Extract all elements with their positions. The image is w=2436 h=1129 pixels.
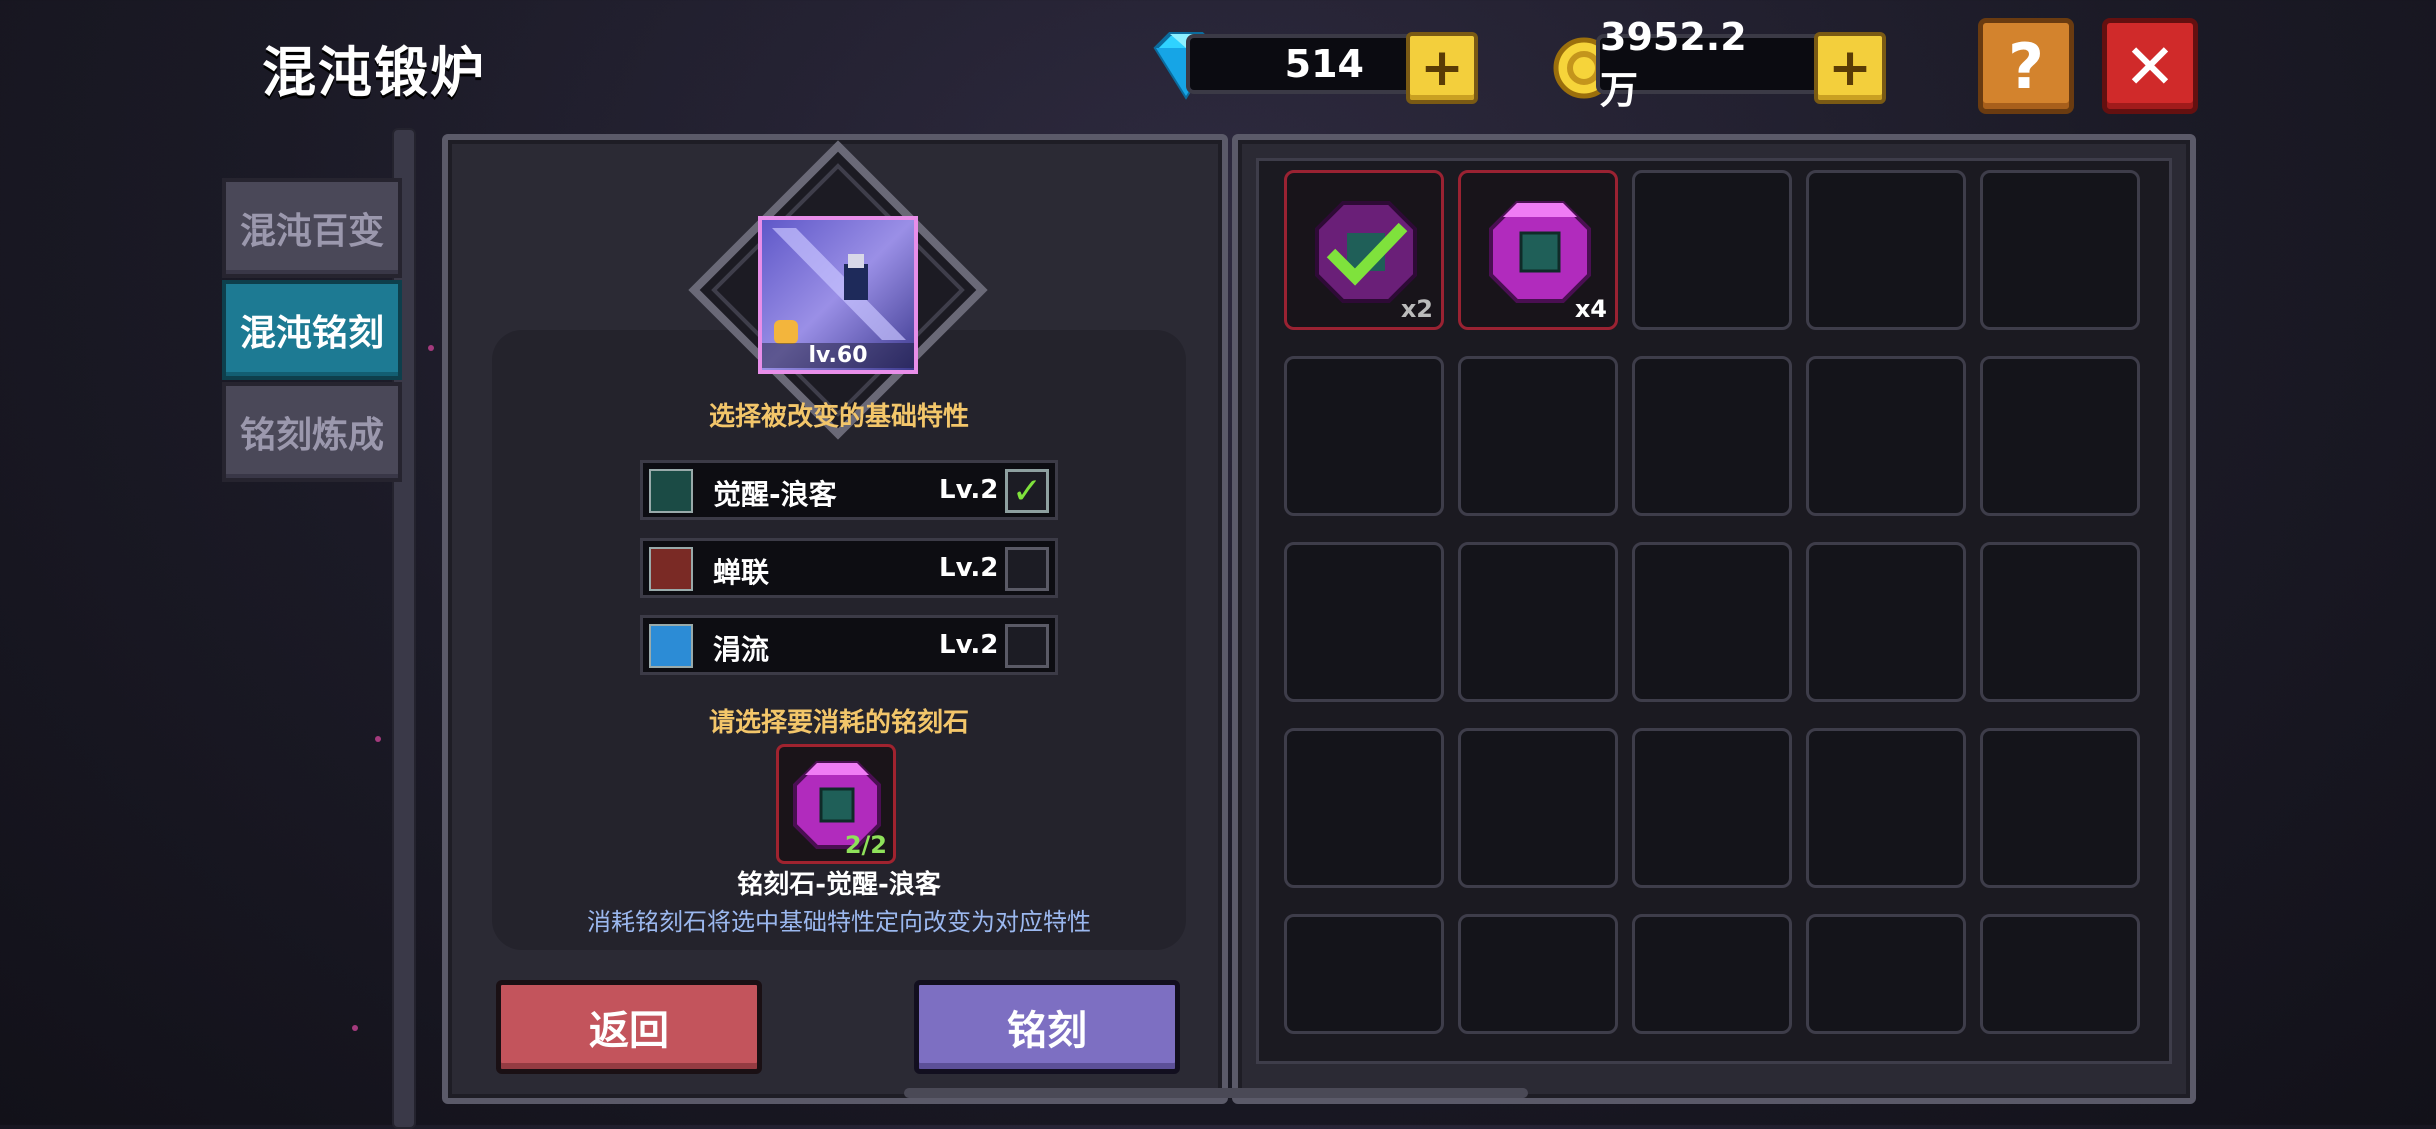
weapon-card[interactable]: lv.60 xyxy=(758,216,918,374)
trait-row-chain[interactable]: 蝉联 Lv.2 xyxy=(640,538,1058,598)
back-label: 返回 xyxy=(589,1008,669,1054)
weapon-level: lv.60 xyxy=(762,343,914,368)
tab-engrave-refine[interactable]: 铭刻炼成 xyxy=(222,382,402,482)
tab-label: 混沌百变 xyxy=(239,211,384,252)
close-icon: ✕ xyxy=(2124,29,2176,103)
inventory-slot-empty[interactable] xyxy=(1458,914,1618,1034)
awaken-trait-icon xyxy=(649,469,693,513)
inventory-slot-empty[interactable] xyxy=(1284,542,1444,702)
page-title: 混沌锻炉 xyxy=(262,41,486,104)
inventory-slot-empty[interactable] xyxy=(1806,170,1966,330)
inventory-slot-empty[interactable] xyxy=(1632,728,1792,888)
inventory-slot-empty[interactable] xyxy=(1632,542,1792,702)
tab-label: 混沌铭刻 xyxy=(239,313,384,354)
inventory-slot-empty[interactable] xyxy=(1806,356,1966,516)
inventory-slot-empty[interactable] xyxy=(1980,356,2140,516)
lock-icon xyxy=(774,320,798,344)
trait-name: 涓流 xyxy=(713,633,770,666)
inventory-grid: x2 x4 xyxy=(1284,170,2140,1074)
scrollbar[interactable] xyxy=(904,1088,1528,1098)
sidebar-rail xyxy=(392,128,416,1129)
selected-stone-slot[interactable]: 2/2 xyxy=(776,744,896,864)
consume-stone-title: 请选择要消耗的铭刻石 xyxy=(708,708,969,738)
trickle-trait-icon xyxy=(649,624,693,668)
star-particle xyxy=(375,736,381,742)
tab-label: 铭刻炼成 xyxy=(239,415,384,456)
back-button[interactable]: 返回 xyxy=(496,980,762,1074)
inventory-slot-empty[interactable] xyxy=(1806,914,1966,1034)
engrave-button[interactable]: 铭刻 xyxy=(914,980,1180,1074)
inventory-slot-empty[interactable] xyxy=(1980,542,2140,702)
gem-count: 514 xyxy=(1284,42,1364,86)
inventory-slot-empty[interactable] xyxy=(1980,728,2140,888)
trait-level: Lv.2 xyxy=(939,475,999,505)
check-icon: ✓ xyxy=(1011,470,1043,512)
close-button[interactable]: ✕ xyxy=(2102,18,2198,114)
inventory-slot-empty[interactable] xyxy=(1458,728,1618,888)
trait-checkbox[interactable] xyxy=(1005,547,1049,591)
plus-icon: + xyxy=(1828,38,1872,98)
help-button[interactable]: ? xyxy=(1978,18,2074,114)
trait-level: Lv.2 xyxy=(939,553,999,583)
chain-trait-icon xyxy=(649,547,693,591)
inventory-slot-empty[interactable] xyxy=(1632,356,1792,516)
add-gold-button[interactable]: + xyxy=(1814,32,1886,104)
trait-checkbox[interactable]: ✓ xyxy=(1005,469,1049,513)
plus-icon: + xyxy=(1420,38,1464,98)
selected-stone-name: 铭刻石-觉醒-浪客 xyxy=(737,870,941,900)
tab-chaos-transform[interactable]: 混沌百变 xyxy=(222,178,402,278)
inventory-slot-empty[interactable] xyxy=(1806,728,1966,888)
inventory-slot-empty[interactable] xyxy=(1980,170,2140,330)
inventory-slot[interactable]: x2 xyxy=(1284,170,1444,330)
inventory-slot-empty[interactable] xyxy=(1632,170,1792,330)
inventory-slot-empty[interactable] xyxy=(1980,914,2140,1034)
stone-count: 2/2 xyxy=(844,831,887,859)
tab-chaos-engrave[interactable]: 混沌铭刻 xyxy=(222,280,402,380)
inventory-slot-empty[interactable] xyxy=(1284,914,1444,1034)
engrave-description: 消耗铭刻石将选中基础特性定向改变为对应特性 xyxy=(587,908,1091,936)
gold-count: 3952.2万 xyxy=(1600,14,1747,112)
trait-level: Lv.2 xyxy=(939,630,999,660)
question-icon: ? xyxy=(2008,29,2044,103)
trait-checkbox[interactable] xyxy=(1005,624,1049,668)
trait-row-trickle[interactable]: 涓流 Lv.2 xyxy=(640,615,1058,675)
trait-name: 觉醒-浪客 xyxy=(713,478,837,511)
inventory-slot[interactable]: x4 xyxy=(1458,170,1618,330)
inventory-slot-empty[interactable] xyxy=(1458,542,1618,702)
item-count: x2 xyxy=(1400,295,1433,323)
engrave-label: 铭刻 xyxy=(1007,1008,1087,1054)
inventory-slot-empty[interactable] xyxy=(1632,914,1792,1034)
select-traits-title: 选择被改变的基础特性 xyxy=(708,402,969,432)
star-particle xyxy=(428,345,434,351)
inventory-slot-empty[interactable] xyxy=(1806,542,1966,702)
trait-row-awaken[interactable]: 觉醒-浪客 Lv.2 ✓ xyxy=(640,460,1058,520)
item-count: x4 xyxy=(1574,295,1607,323)
add-gems-button[interactable]: + xyxy=(1406,32,1478,104)
trait-name: 蝉联 xyxy=(713,556,770,589)
inventory-slot-empty[interactable] xyxy=(1284,728,1444,888)
inventory-slot-empty[interactable] xyxy=(1458,356,1618,516)
star-particle xyxy=(352,1025,358,1031)
inventory-slot-empty[interactable] xyxy=(1284,356,1444,516)
